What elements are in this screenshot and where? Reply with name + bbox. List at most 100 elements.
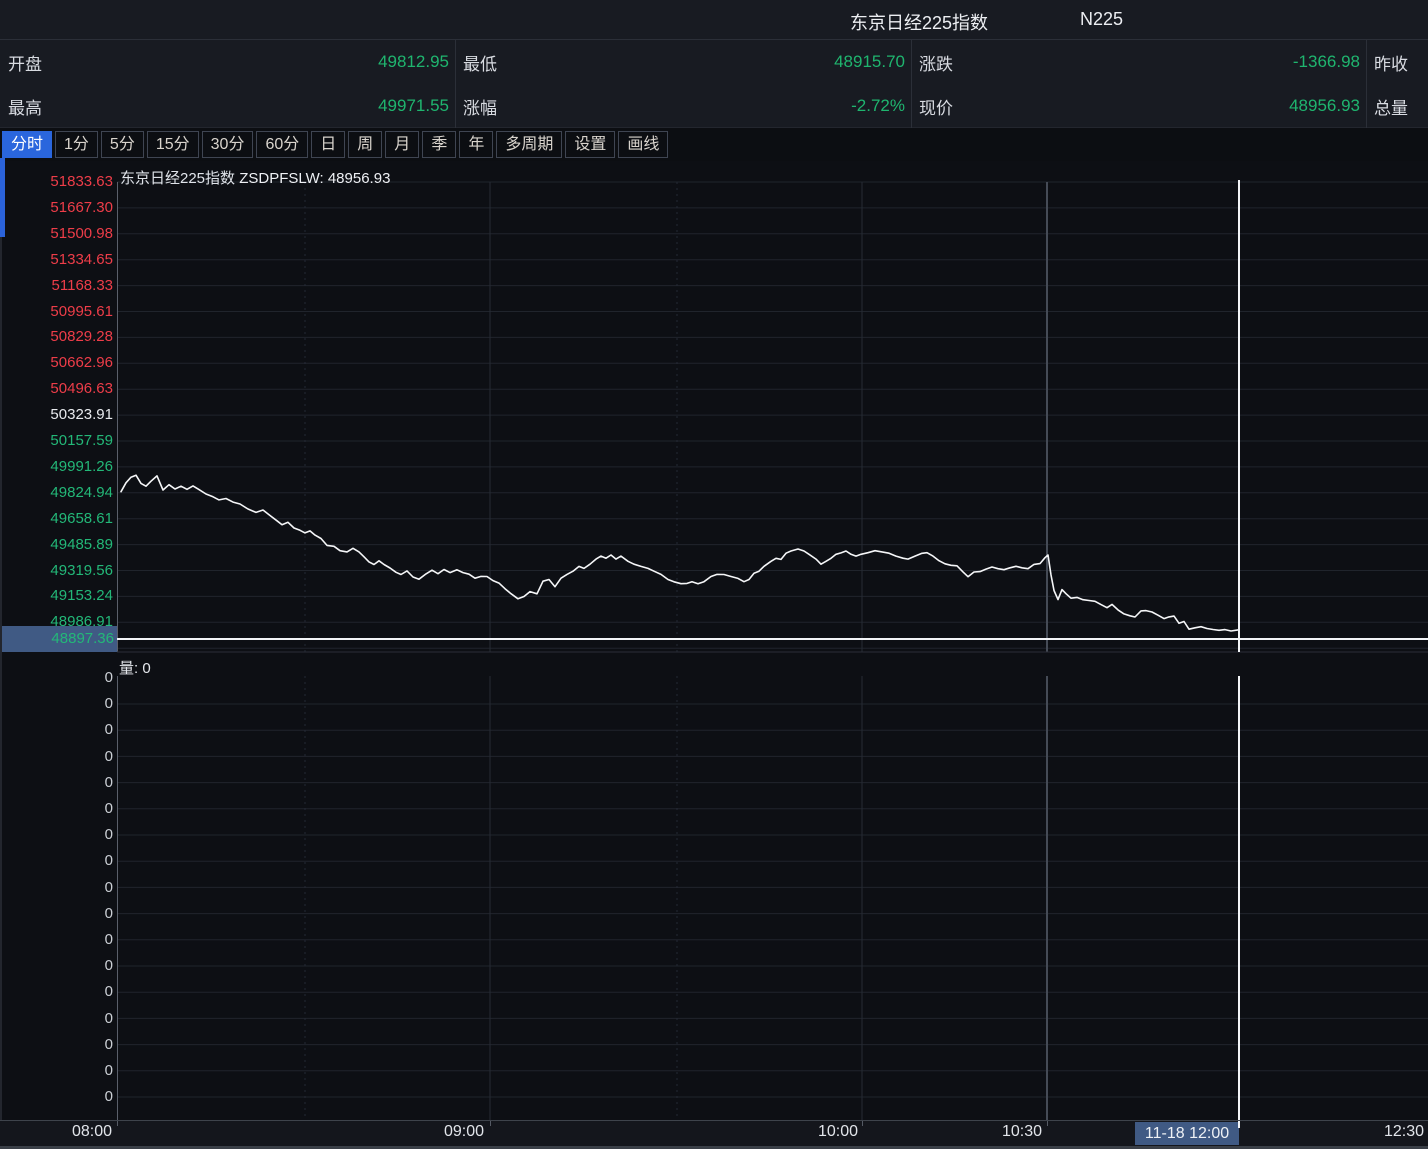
price-axis-label: 49485.89: [0, 535, 113, 555]
tab-5分[interactable]: 5分: [101, 131, 144, 158]
volume-axis-label: 0: [0, 1009, 113, 1029]
price-axis-label: 51168.33: [0, 276, 113, 296]
stat-value: 49971.55: [378, 96, 449, 116]
stats-row: 最高 49971.55 涨幅 -2.72% 现价 48956.93 总量: [0, 84, 1428, 128]
volume-axis-label: 0: [0, 799, 113, 819]
price-axis-label: 50323.91: [0, 405, 113, 425]
volume-axis-label: 0: [0, 956, 113, 976]
stat-label: 总量: [1374, 94, 1408, 119]
price-axis-label: 51667.30: [0, 198, 113, 218]
left-scroll-thumb[interactable]: [0, 158, 5, 237]
stat-cell: 最低 48915.70: [455, 40, 911, 84]
price-axis-label: 49153.24: [0, 586, 113, 606]
tab-月[interactable]: 月: [385, 131, 419, 158]
crosshair-time-label: 11-18 12:00: [1135, 1122, 1239, 1145]
stat-label: 最低: [463, 50, 497, 75]
time-axis-label: 10:30: [1002, 1123, 1042, 1141]
axis-tick: [1047, 1121, 1048, 1126]
tab-画线[interactable]: 画线: [618, 131, 668, 158]
volume-axis-label: 0: [0, 668, 113, 688]
volume-axis-label: 0: [0, 930, 113, 950]
stat-label: 最高: [8, 94, 42, 119]
volume-axis-label: 0: [0, 747, 113, 767]
stat-label: 开盘: [8, 50, 42, 75]
stat-value: -2.72%: [851, 96, 905, 116]
tab-分时[interactable]: 分时: [2, 131, 52, 158]
time-axis-label: 08:00: [72, 1123, 112, 1141]
tab-周[interactable]: 周: [348, 131, 382, 158]
volume-axis-label: 0: [0, 982, 113, 1002]
stats-row: 开盘 49812.95 最低 48915.70 涨跌 -1366.98 昨收: [0, 40, 1428, 84]
volume-axis-label: 0: [0, 720, 113, 740]
price-axis-label: 49991.26: [0, 457, 113, 477]
price-axis-label: 49824.94: [0, 483, 113, 503]
pane-label-name: 东京日经225指数: [120, 170, 235, 187]
price-axis-label: 50662.96: [0, 353, 113, 373]
volume-axis-label: 0: [0, 851, 113, 871]
price-axis-label: 50157.59: [0, 431, 113, 451]
stat-cell: 涨幅 -2.72%: [455, 84, 911, 128]
quote-stats-panel: 开盘 49812.95 最低 48915.70 涨跌 -1366.98 昨收最高 49971.…: [0, 40, 1428, 128]
volume-axis-label: 0: [0, 904, 113, 924]
axis-tick: [490, 1121, 491, 1126]
stat-cell: 开盘 49812.95: [0, 40, 455, 84]
tab-季[interactable]: 季: [422, 131, 456, 158]
stat-label: 涨跌: [919, 50, 953, 75]
crosshair-price-label: 48897.36: [2, 626, 117, 652]
tab-多周期[interactable]: 多周期: [496, 131, 562, 158]
volume-axis-label: 0: [0, 878, 113, 898]
volume-label: 量: 0: [119, 657, 151, 678]
volume-axis-label: 0: [0, 1061, 113, 1081]
time-axis-label: 10:00: [818, 1123, 858, 1141]
symbol-code: N225: [1080, 9, 1123, 30]
time-axis-label: 09:00: [444, 1123, 484, 1141]
chart-canvas: [0, 161, 1428, 1120]
title-bar: 东京日经225指数 N225: [0, 0, 1428, 40]
volume-axis-label: 0: [0, 694, 113, 714]
price-axis-label: 51833.63: [0, 172, 113, 192]
axis-tick: [117, 1121, 118, 1126]
stat-value: 48915.70: [834, 52, 905, 72]
tab-日[interactable]: 日: [311, 131, 345, 158]
chart-plot[interactable]: 东京日经225指数 ZSDPFSLW: 48956.93 51833.63 516…: [0, 161, 1428, 1120]
stat-label: 现价: [919, 94, 953, 119]
stat-cell: 涨跌 -1366.98: [911, 40, 1366, 84]
stat-label: 涨幅: [463, 94, 497, 119]
volume-axis-label: 0: [0, 1035, 113, 1055]
crosshair-tick: [1238, 1121, 1240, 1128]
time-axis: 08:00 09:00 10:00 10:30 11-18 12:00 12:30: [0, 1120, 1428, 1146]
stat-cell: 昨收: [1366, 40, 1428, 84]
price-axis-label: 51500.98: [0, 224, 113, 244]
stat-label: 昨收: [1374, 50, 1408, 75]
stat-value: 49812.95: [378, 52, 449, 72]
price-axis-label: 49319.56: [0, 561, 113, 581]
pane-label-indicator: ZSDPFSLW:: [239, 170, 323, 187]
tab-30分[interactable]: 30分: [202, 131, 254, 158]
price-line: [121, 475, 1238, 631]
period-tabbar: 分时1分5分15分30分60分日周月季年多周期设置画线: [0, 128, 1428, 161]
time-axis-label: 12:30: [1384, 1123, 1424, 1141]
stat-cell: 总量: [1366, 84, 1428, 128]
tab-15分[interactable]: 15分: [147, 131, 199, 158]
volume-axis-label: 0: [0, 825, 113, 845]
tab-1分[interactable]: 1分: [55, 131, 98, 158]
stat-cell: 现价 48956.93: [911, 84, 1366, 128]
price-axis-label: 50829.28: [0, 327, 113, 347]
quote-window: 东京日经225指数 N225 开盘 49812.95 最低 48915.70 涨跌 -13…: [0, 0, 1428, 1149]
price-axis-label: 49658.61: [0, 509, 113, 529]
tab-60分[interactable]: 60分: [256, 131, 308, 158]
page-title: 东京日经225指数: [850, 9, 988, 35]
pane-label-value: 48956.93: [328, 170, 391, 187]
volume-axis-label: 0: [0, 1087, 113, 1107]
stat-value: 48956.93: [1289, 96, 1360, 116]
price-axis-label: 50995.61: [0, 302, 113, 322]
tab-年[interactable]: 年: [459, 131, 493, 158]
stat-value: -1366.98: [1293, 52, 1360, 72]
tab-设置[interactable]: 设置: [565, 131, 615, 158]
stat-cell: 最高 49971.55: [0, 84, 455, 128]
pane-label: 东京日经225指数 ZSDPFSLW: 48956.93: [120, 167, 390, 188]
price-axis-label: 50496.63: [0, 379, 113, 399]
axis-tick: [862, 1121, 863, 1126]
price-axis-label: 51334.65: [0, 250, 113, 270]
volume-axis-label: 0: [0, 773, 113, 793]
